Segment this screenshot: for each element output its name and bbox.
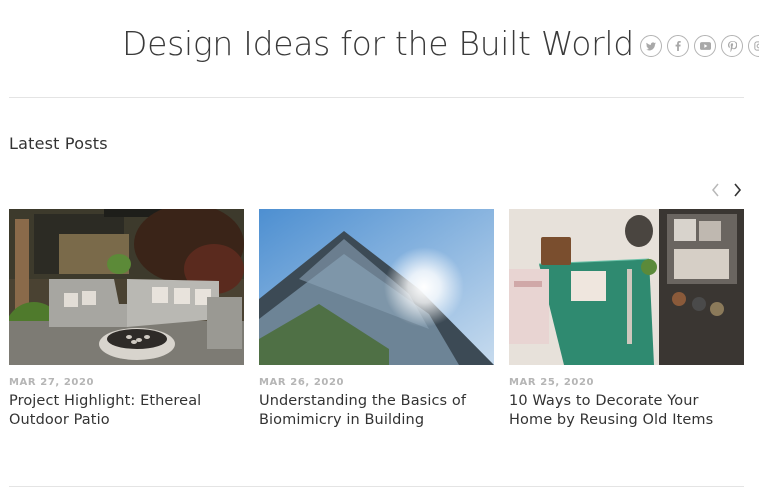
post-title[interactable]: 10 Ways to Decorate Your Home by Reusing… (509, 392, 744, 430)
section-divider (9, 486, 744, 487)
previous-arrow-icon[interactable] (707, 180, 723, 200)
post-card[interactable]: MAR 27, 2020 Project Highlight: Ethereal… (9, 209, 244, 430)
post-card[interactable]: MAR 25, 2020 10 Ways to Decorate Your Ho… (509, 209, 744, 430)
patio-image[interactable] (9, 209, 244, 365)
craft-table-image[interactable] (509, 209, 744, 365)
building-image[interactable] (259, 209, 494, 365)
next-arrow-icon[interactable] (729, 180, 745, 200)
post-date: MAR 27, 2020 (9, 377, 95, 388)
posts-carousel: MAR 27, 2020 Project Highlight: Ethereal… (9, 209, 744, 430)
header-divider (9, 97, 744, 98)
instagram-icon[interactable] (748, 35, 759, 57)
post-title[interactable]: Understanding the Basics of Biomimicry i… (259, 392, 494, 430)
youtube-icon[interactable] (694, 35, 716, 57)
post-title[interactable]: Project Highlight: Ethereal Outdoor Pati… (9, 392, 244, 430)
post-date: MAR 26, 2020 (259, 377, 345, 388)
pinterest-icon[interactable] (721, 35, 743, 57)
facebook-icon[interactable] (667, 35, 689, 57)
site-title[interactable]: Design Ideas for the Built World (122, 24, 634, 63)
latest-posts-heading: Latest Posts (9, 134, 108, 153)
social-links (640, 35, 759, 57)
twitter-icon[interactable] (640, 35, 662, 57)
post-card[interactable]: MAR 26, 2020 Understanding the Basics of… (259, 209, 494, 430)
post-date: MAR 25, 2020 (509, 377, 595, 388)
